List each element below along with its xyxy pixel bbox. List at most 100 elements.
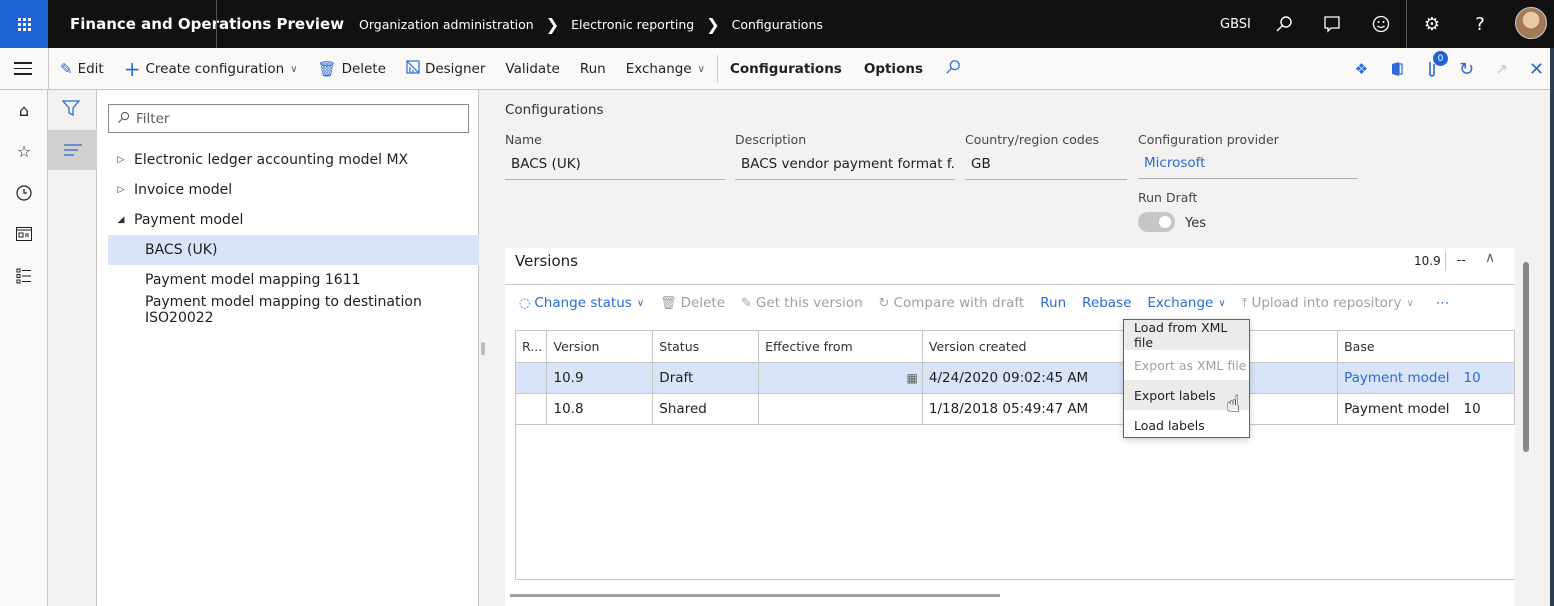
- filter-input[interactable]: Filter: [108, 104, 469, 133]
- run-draft-toggle[interactable]: [1138, 212, 1175, 232]
- breadcrumb-item[interactable]: Organization administration: [359, 17, 534, 32]
- vertical-scrollbar[interactable]: [1523, 262, 1529, 452]
- search-actions-button[interactable]: [945, 59, 961, 79]
- upload-into-repository-button[interactable]: ⤒ Upload into repository ∨: [1242, 295, 1414, 311]
- edit-button[interactable]: ✎ Edit: [60, 60, 104, 78]
- chevron-down-icon: ∨: [1406, 297, 1414, 309]
- effective-from-cell[interactable]: ▦: [758, 362, 923, 394]
- name-field[interactable]: BACS (UK): [505, 152, 725, 180]
- options-tab[interactable]: Options: [864, 61, 923, 77]
- favorites-star-icon[interactable]: ☆: [12, 139, 36, 163]
- company-picker[interactable]: GBSI: [1220, 17, 1251, 32]
- calendar-icon[interactable]: ▦: [907, 371, 918, 385]
- get-this-version-button[interactable]: ✎ Get this version: [741, 295, 863, 311]
- more-options-button[interactable]: ⋯: [1436, 295, 1450, 311]
- chevron-up-icon[interactable]: ∧: [1485, 250, 1495, 266]
- breadcrumb-item[interactable]: Electronic reporting: [571, 17, 694, 32]
- configurations-tree: Filter ▷ Electronic ledger accounting mo…: [97, 90, 479, 606]
- row-selector[interactable]: [516, 393, 548, 425]
- avatar[interactable]: [1515, 7, 1547, 39]
- designer-button[interactable]: Designer: [406, 60, 485, 78]
- column-header-status[interactable]: Status: [652, 331, 760, 363]
- hamburger-menu-icon[interactable]: [14, 62, 32, 79]
- chevron-down-icon: ∨: [290, 63, 298, 75]
- breadcrumb-item[interactable]: Configurations: [732, 17, 823, 32]
- filter-icon[interactable]: [61, 100, 81, 120]
- app-title[interactable]: Finance and Operations Preview: [70, 15, 344, 33]
- provider-label: Configuration provider: [1138, 132, 1279, 147]
- tree-item-selected[interactable]: BACS (UK): [108, 235, 479, 265]
- column-header-effective-from[interactable]: Effective from: [758, 331, 923, 363]
- versions-summary-version: 10.9: [1414, 254, 1441, 268]
- column-header-r[interactable]: R...: [516, 331, 548, 363]
- tree-item-label: Invoice model: [134, 182, 233, 198]
- configurations-tab[interactable]: Configurations: [730, 61, 842, 77]
- recent-clock-icon[interactable]: [12, 181, 36, 205]
- validate-button[interactable]: Validate: [505, 61, 559, 77]
- version-created-cell: 1/18/2018 05:49:47 AM: [922, 393, 1124, 425]
- menu-item-load-from-xml[interactable]: Load from XML file: [1124, 320, 1249, 350]
- tree-item[interactable]: ◢ Payment model: [108, 205, 479, 235]
- close-icon[interactable]: ✕: [1519, 59, 1554, 80]
- provider-link[interactable]: Microsoft: [1138, 151, 1358, 179]
- row-selector[interactable]: [516, 362, 548, 394]
- divider: [1445, 251, 1446, 271]
- compare-with-draft-button[interactable]: ↻ Compare with draft: [879, 295, 1025, 311]
- power-apps-icon[interactable]: ❖: [1344, 60, 1379, 78]
- change-status-button[interactable]: ◌ Change status ∨: [519, 295, 644, 311]
- home-icon[interactable]: ⌂: [12, 98, 36, 122]
- horizontal-scrollbar[interactable]: [510, 594, 1000, 597]
- app-launcher-button[interactable]: [0, 0, 48, 48]
- create-configuration-button[interactable]: + Create configuration ∨: [124, 57, 298, 81]
- column-header-version-created[interactable]: Version created: [922, 331, 1124, 363]
- exchange-menu-button[interactable]: Exchange ∨: [1147, 295, 1225, 311]
- get-this-version-label: Get this version: [755, 295, 863, 311]
- status-cell: Draft: [652, 362, 760, 394]
- chevron-down-icon: ∨: [1218, 297, 1226, 309]
- collapse-arrow-icon[interactable]: ◢: [108, 215, 134, 225]
- modules-list-icon[interactable]: [12, 264, 36, 288]
- country-region-field[interactable]: GB: [965, 152, 1127, 180]
- versions-header[interactable]: Versions 10.9 -- ∧: [505, 248, 1515, 285]
- gear-icon[interactable]: ⚙: [1420, 12, 1444, 36]
- search-icon[interactable]: [1272, 12, 1296, 36]
- expand-arrow-icon[interactable]: ▷: [108, 155, 134, 165]
- tree-item[interactable]: Payment model mapping to destination ISO…: [108, 294, 479, 326]
- run-button[interactable]: Run: [580, 61, 606, 77]
- delete-button[interactable]: 🗑︎ Delete: [318, 60, 386, 78]
- base-name: Payment model: [1344, 400, 1450, 417]
- section-title: Configurations: [505, 102, 604, 118]
- office-icon[interactable]: [1379, 61, 1414, 77]
- tree-item[interactable]: ▷ Invoice model: [108, 175, 479, 205]
- run-version-button[interactable]: Run: [1040, 295, 1066, 311]
- top-navigation-bar: Finance and Operations Preview Organizat…: [0, 0, 1554, 48]
- base-name-link[interactable]: Payment model: [1344, 370, 1449, 386]
- tree-item[interactable]: Payment model mapping 1611: [108, 265, 479, 295]
- open-in-new-window-icon[interactable]: ↗: [1484, 60, 1519, 78]
- base-cell[interactable]: Payment model 10: [1337, 362, 1515, 394]
- effective-from-cell[interactable]: [758, 393, 923, 425]
- refresh-icon[interactable]: ↻: [1449, 59, 1484, 80]
- change-status-label: Change status: [534, 295, 632, 311]
- column-header-version[interactable]: Version: [546, 331, 654, 363]
- description-field[interactable]: BACS vendor payment format f...: [735, 152, 955, 180]
- expand-arrow-icon[interactable]: ▷: [108, 185, 134, 195]
- workspaces-icon[interactable]: [12, 222, 36, 246]
- table-row[interactable]: 10.8 Shared 1/18/2018 05:49:47 AM Paymen…: [516, 393, 1515, 425]
- attachments-button[interactable]: 0: [1414, 51, 1449, 78]
- grid-header-row: R... Version Status Effective from Versi…: [516, 331, 1515, 363]
- notification-badge: 0: [1433, 51, 1448, 66]
- list-view-icon[interactable]: [48, 130, 97, 170]
- tree-item[interactable]: ▷ Electronic ledger accounting model MX: [108, 145, 479, 175]
- help-icon[interactable]: ?: [1468, 12, 1492, 36]
- column-header-base[interactable]: Base: [1337, 331, 1515, 363]
- pane-splitter[interactable]: ‖: [479, 90, 487, 606]
- versions-grid: R... Version Status Effective from Versi…: [515, 330, 1515, 580]
- exchange-button[interactable]: Exchange ∨: [626, 61, 705, 77]
- delete-version-button[interactable]: 🗑︎ Delete: [660, 295, 725, 311]
- smiley-icon[interactable]: [1369, 12, 1393, 36]
- chat-icon[interactable]: [1320, 12, 1344, 36]
- rebase-button[interactable]: Rebase: [1082, 295, 1131, 311]
- table-row-selected[interactable]: 10.9 Draft ▦ 4/24/2020 09:02:45 AM Payme…: [516, 362, 1515, 394]
- create-configuration-label: Create configuration: [145, 61, 285, 77]
